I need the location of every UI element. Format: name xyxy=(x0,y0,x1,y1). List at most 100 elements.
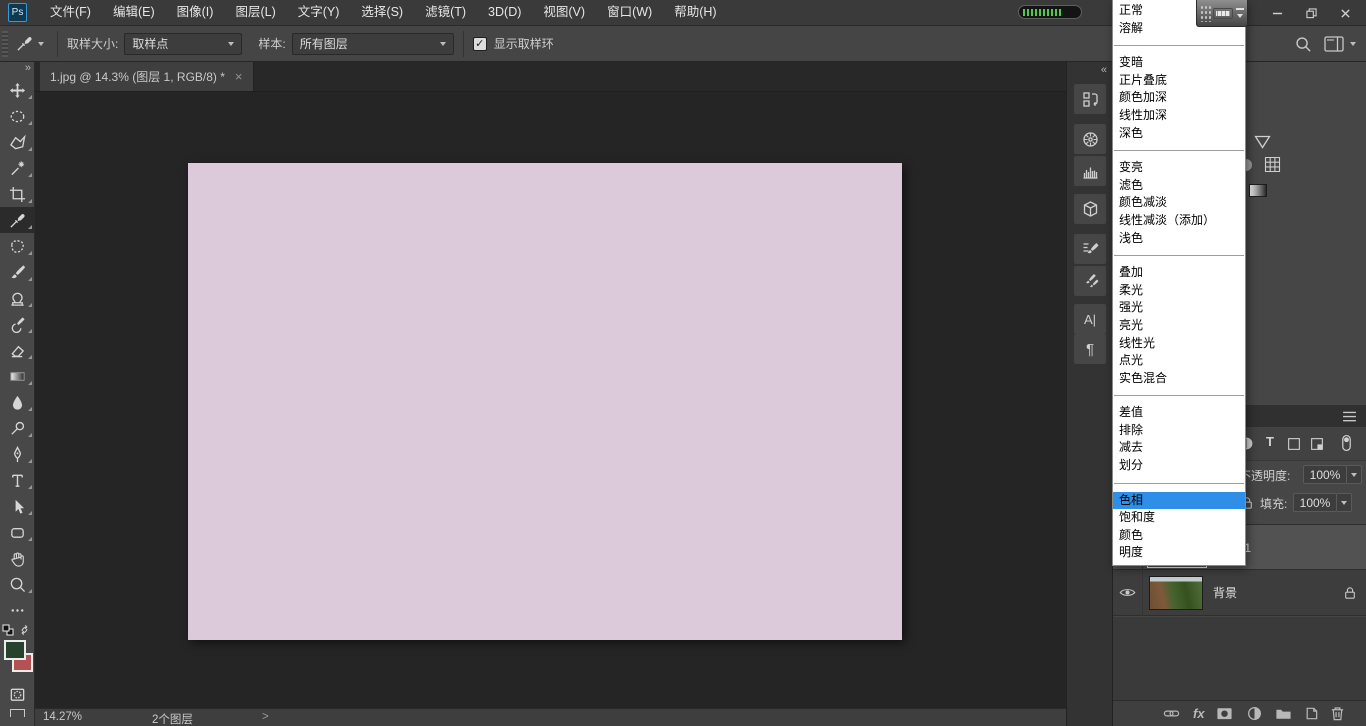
blend-mode-option[interactable]: 点光 xyxy=(1113,352,1245,370)
menu-item[interactable]: 文件(F) xyxy=(39,0,102,25)
pen-tool[interactable] xyxy=(0,441,35,467)
blend-mode-option[interactable]: 线性减淡（添加） xyxy=(1113,212,1245,230)
document-canvas[interactable] xyxy=(188,163,902,640)
histogram-panel-button[interactable] xyxy=(1074,156,1106,186)
clone-stamp-tool[interactable] xyxy=(0,285,35,311)
edit-toolbar-button[interactable] xyxy=(0,597,35,623)
filter-smart-object-icon[interactable] xyxy=(1310,437,1324,451)
menu-item[interactable]: 文字(Y) xyxy=(287,0,351,25)
menu-item[interactable]: 帮助(H) xyxy=(663,0,727,25)
blend-mode-option[interactable]: 差值 xyxy=(1113,404,1245,422)
gradients-panel-icon[interactable] xyxy=(1249,184,1267,197)
filter-type-layers-icon[interactable]: T xyxy=(1266,434,1274,449)
blend-mode-option[interactable]: 饱和度 xyxy=(1113,509,1245,527)
color-panel-triangle-icon[interactable] xyxy=(1254,135,1271,150)
new-group-button[interactable] xyxy=(1275,705,1292,722)
shape-tool[interactable] xyxy=(0,519,35,545)
move-tool[interactable] xyxy=(0,77,35,103)
blend-mode-option[interactable]: 减去 xyxy=(1113,439,1245,457)
collapse-dock-button[interactable]: « xyxy=(1101,64,1105,76)
blend-mode-option[interactable]: 排除 xyxy=(1113,422,1245,440)
menu-item[interactable]: 窗口(W) xyxy=(596,0,663,25)
tab-close-icon[interactable]: × xyxy=(235,69,243,84)
character-panel-button[interactable]: A| xyxy=(1074,304,1106,334)
brushes-panel-button[interactable] xyxy=(1074,266,1106,296)
blend-mode-option[interactable]: 划分 xyxy=(1113,457,1245,475)
crop-tool[interactable] xyxy=(0,181,35,207)
layer-thumbnail[interactable] xyxy=(1149,576,1203,610)
zoom-level-field[interactable]: 14.27% xyxy=(43,711,82,723)
menu-item[interactable]: 视图(V) xyxy=(532,0,596,25)
sample-select[interactable]: 所有图层 xyxy=(292,33,454,55)
menu-item[interactable]: 编辑(E) xyxy=(102,0,166,25)
search-button[interactable] xyxy=(1287,36,1320,53)
brush-tool[interactable] xyxy=(0,259,35,285)
screen-mode-button[interactable] xyxy=(10,709,25,717)
fill-dropdown-button[interactable] xyxy=(1337,493,1352,512)
filter-shape-layers-icon[interactable] xyxy=(1287,437,1301,451)
expand-toolbar-button[interactable]: » xyxy=(25,62,34,77)
layer-style-button[interactable]: fx xyxy=(1193,706,1205,721)
menu-item[interactable]: 图层(L) xyxy=(224,0,286,25)
link-layers-button[interactable] xyxy=(1163,705,1180,722)
adjustment-layer-button[interactable] xyxy=(1246,705,1263,722)
polygonal-lasso-tool[interactable] xyxy=(0,129,35,155)
filter-toggle-switch[interactable] xyxy=(1340,433,1353,453)
ime-toolbar[interactable] xyxy=(1196,0,1248,27)
path-selection-tool[interactable] xyxy=(0,493,35,519)
eyedropper-tool[interactable] xyxy=(0,207,35,233)
blend-mode-option[interactable]: 滤色 xyxy=(1113,177,1245,195)
blend-mode-option[interactable]: 颜色 xyxy=(1113,527,1245,545)
keyboard-icon[interactable] xyxy=(1213,8,1233,19)
ime-drag-handle-icon[interactable] xyxy=(1200,5,1211,22)
blend-mode-option[interactable]: 色相 xyxy=(1113,492,1245,510)
show-sampling-ring-checkbox[interactable]: ✓ xyxy=(473,37,487,51)
blend-mode-option[interactable]: 浅色 xyxy=(1113,230,1245,248)
blend-mode-option[interactable]: 深色 xyxy=(1113,125,1245,143)
window-minimize-button[interactable] xyxy=(1260,0,1294,26)
blend-mode-option[interactable]: 强光 xyxy=(1113,299,1245,317)
elliptical-marquee-tool[interactable] xyxy=(0,103,35,129)
quick-mask-button[interactable] xyxy=(0,683,35,705)
gradient-tool[interactable] xyxy=(0,363,35,389)
layer-name[interactable]: 背景 xyxy=(1213,584,1237,601)
hand-tool[interactable] xyxy=(0,545,35,571)
patch-tool[interactable] xyxy=(0,233,35,259)
blend-mode-option[interactable]: 变亮 xyxy=(1113,159,1245,177)
workspace-switcher[interactable] xyxy=(1320,36,1366,52)
blend-mode-option[interactable]: 颜色减淡 xyxy=(1113,194,1245,212)
ime-options-chevron-icon[interactable] xyxy=(1237,14,1243,18)
ime-minimize-icon[interactable] xyxy=(1236,8,1244,10)
blend-mode-option[interactable]: 线性加深 xyxy=(1113,107,1245,125)
menu-item[interactable]: 选择(S) xyxy=(350,0,414,25)
menu-item[interactable]: 滤镜(T) xyxy=(414,0,477,25)
window-close-button[interactable] xyxy=(1328,0,1362,26)
layer-visibility-toggle[interactable] xyxy=(1113,570,1143,616)
paragraph-panel-button[interactable]: ¶ xyxy=(1074,334,1106,364)
add-mask-button[interactable] xyxy=(1216,705,1233,722)
eraser-tool[interactable] xyxy=(0,337,35,363)
menu-item[interactable]: 图像(I) xyxy=(166,0,225,25)
fill-value-field[interactable]: 100% xyxy=(1293,493,1337,512)
magic-wand-tool[interactable] xyxy=(0,155,35,181)
blend-mode-option[interactable]: 线性光 xyxy=(1113,335,1245,353)
sample-size-select[interactable]: 取样点 xyxy=(124,33,242,55)
menu-item[interactable]: 3D(D) xyxy=(477,0,532,25)
dodge-tool[interactable] xyxy=(0,415,35,441)
document-tab[interactable]: 1.jpg @ 14.3% (图层 1, RGB/8) * × xyxy=(40,62,254,91)
panel-menu-icon[interactable] xyxy=(1342,411,1357,422)
blend-mode-option[interactable]: 明度 xyxy=(1113,544,1245,562)
eyedropper-tool-preset[interactable] xyxy=(12,35,48,52)
3d-panel-button[interactable] xyxy=(1074,194,1106,224)
opacity-dropdown-button[interactable] xyxy=(1347,465,1362,484)
learn-panel-button[interactable] xyxy=(1074,124,1106,154)
blend-mode-option[interactable]: 正片叠底 xyxy=(1113,72,1245,90)
history-brush-tool[interactable] xyxy=(0,311,35,337)
new-layer-button[interactable] xyxy=(1302,705,1319,722)
swatches-panel-icon[interactable] xyxy=(1264,156,1281,173)
blur-tool[interactable] xyxy=(0,389,35,415)
blend-mode-option[interactable]: 亮光 xyxy=(1113,317,1245,335)
blend-mode-option[interactable]: 叠加 xyxy=(1113,264,1245,282)
blend-mode-option[interactable]: 变暗 xyxy=(1113,54,1245,72)
blend-mode-option[interactable]: 颜色加深 xyxy=(1113,89,1245,107)
